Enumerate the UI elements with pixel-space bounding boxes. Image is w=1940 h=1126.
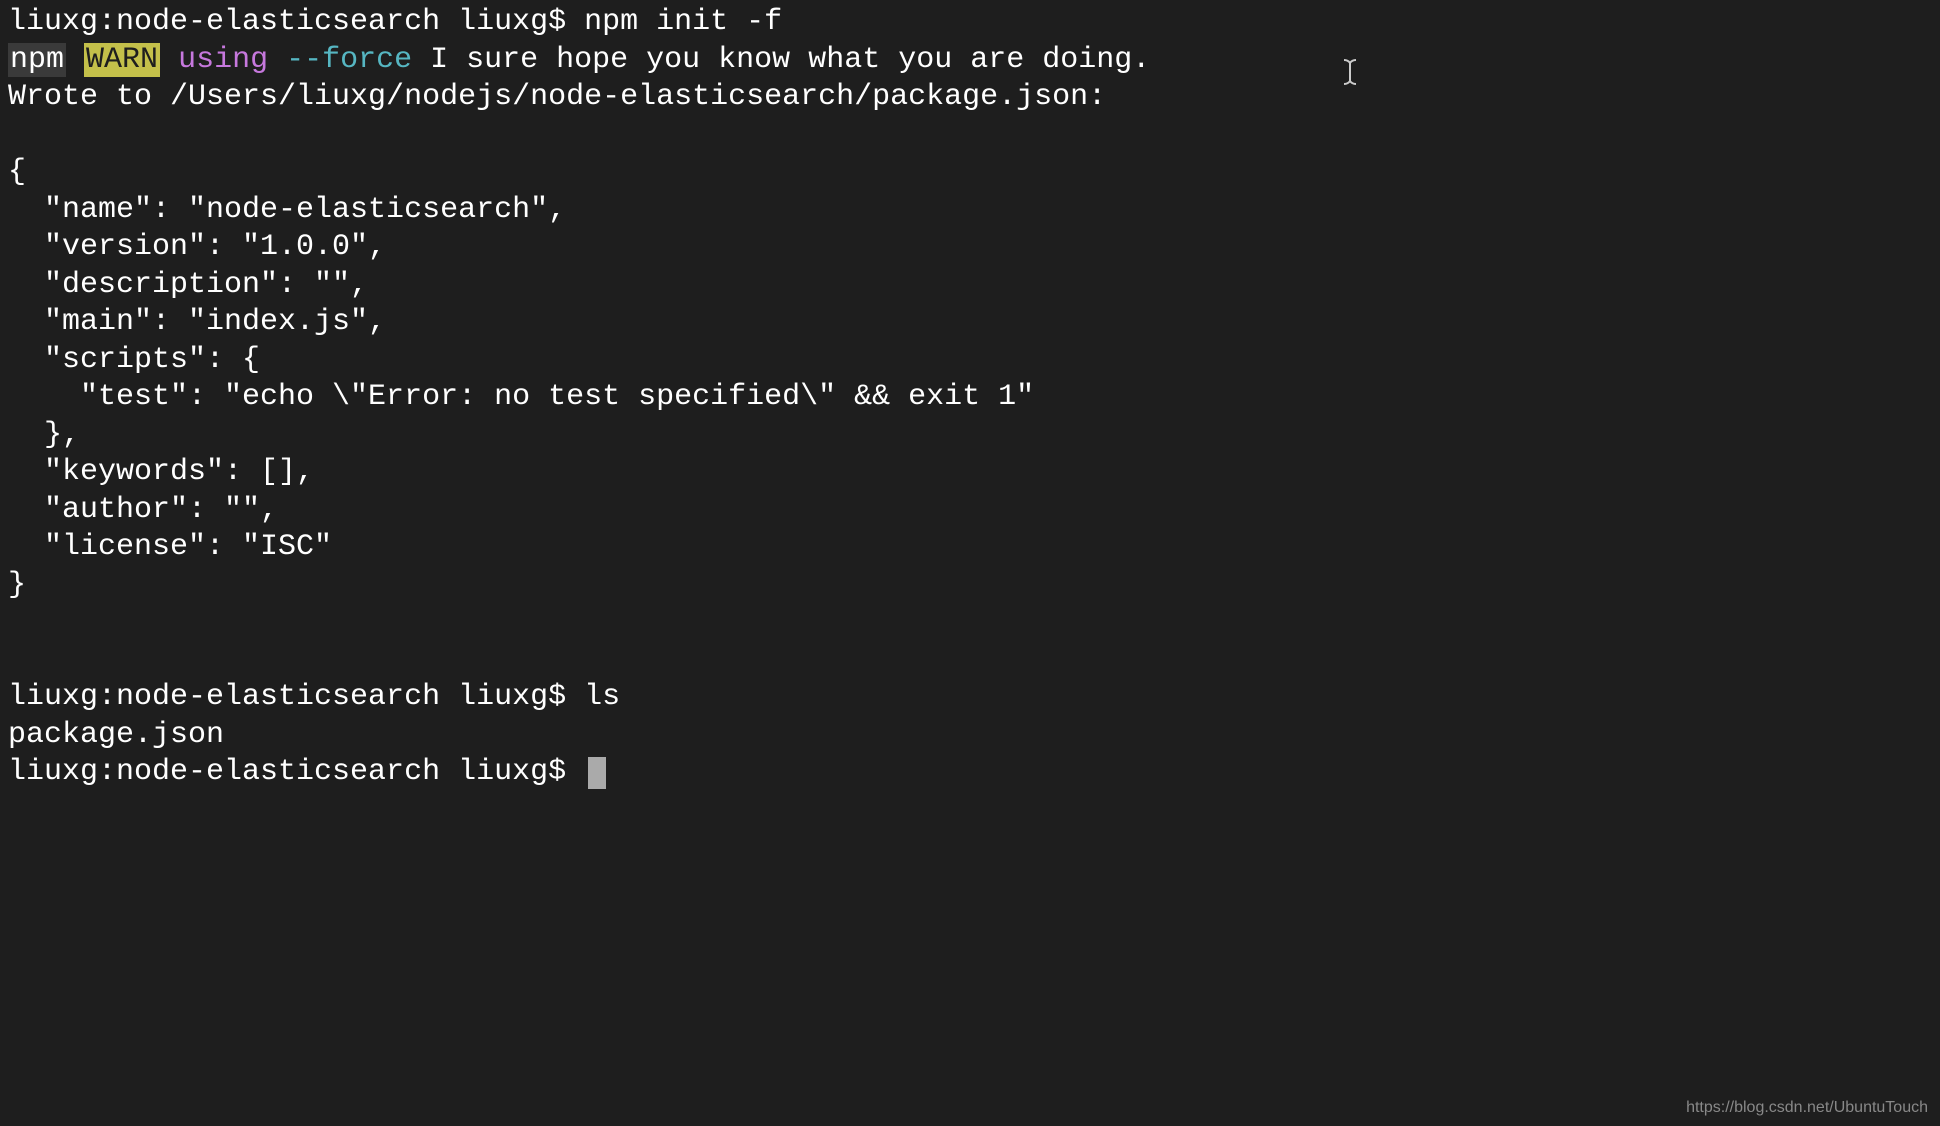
json-test-script: "test": "echo \"Error: no test specified… [8, 379, 1932, 417]
json-scripts-open: "scripts": { [8, 342, 1932, 380]
json-name: "name": "node-elasticsearch", [8, 192, 1932, 230]
warn-message: I sure hope you know what you are doing. [412, 43, 1150, 77]
json-open-brace: { [8, 154, 1932, 192]
blank-line-1 [8, 117, 1932, 155]
json-close-brace: } [8, 567, 1932, 605]
json-version: "version": "1.0.0", [8, 229, 1932, 267]
prompt-2: liuxg:node-elasticsearch liuxg$ [8, 680, 584, 714]
command-2: ls [584, 680, 620, 714]
json-keywords: "keywords": [], [8, 454, 1932, 492]
json-main: "main": "index.js", [8, 304, 1932, 342]
blank-line-3 [8, 642, 1932, 680]
warn-label: WARN [84, 43, 160, 77]
blank-line-2 [8, 604, 1932, 642]
json-description: "description": "", [8, 267, 1932, 305]
terminal-line-prompt-final[interactable]: liuxg:node-elasticsearch liuxg$ [8, 754, 1932, 792]
command-1: npm init -f [584, 5, 782, 39]
ls-output: package.json [8, 717, 1932, 755]
terminal-cursor-icon [588, 757, 606, 789]
prompt-1: liuxg:node-elasticsearch liuxg$ [8, 5, 584, 39]
terminal-line-command-1: liuxg:node-elasticsearch liuxg$ npm init… [8, 4, 1932, 42]
prompt-3: liuxg:node-elasticsearch liuxg$ [8, 755, 584, 789]
terminal-line-warn: npm WARN using --force I sure hope you k… [8, 42, 1932, 80]
force-flag: --force [286, 43, 412, 77]
watermark: https://blog.csdn.net/UbuntuTouch [1686, 1098, 1928, 1118]
json-scripts-close: }, [8, 417, 1932, 455]
json-author: "author": "", [8, 492, 1932, 530]
terminal-line-command-2: liuxg:node-elasticsearch liuxg$ ls [8, 679, 1932, 717]
json-license: "license": "ISC" [8, 529, 1932, 567]
wrote-to-line: Wrote to /Users/liuxg/nodejs/node-elasti… [8, 79, 1932, 117]
using-text: using [178, 43, 268, 77]
npm-label: npm [8, 43, 66, 77]
